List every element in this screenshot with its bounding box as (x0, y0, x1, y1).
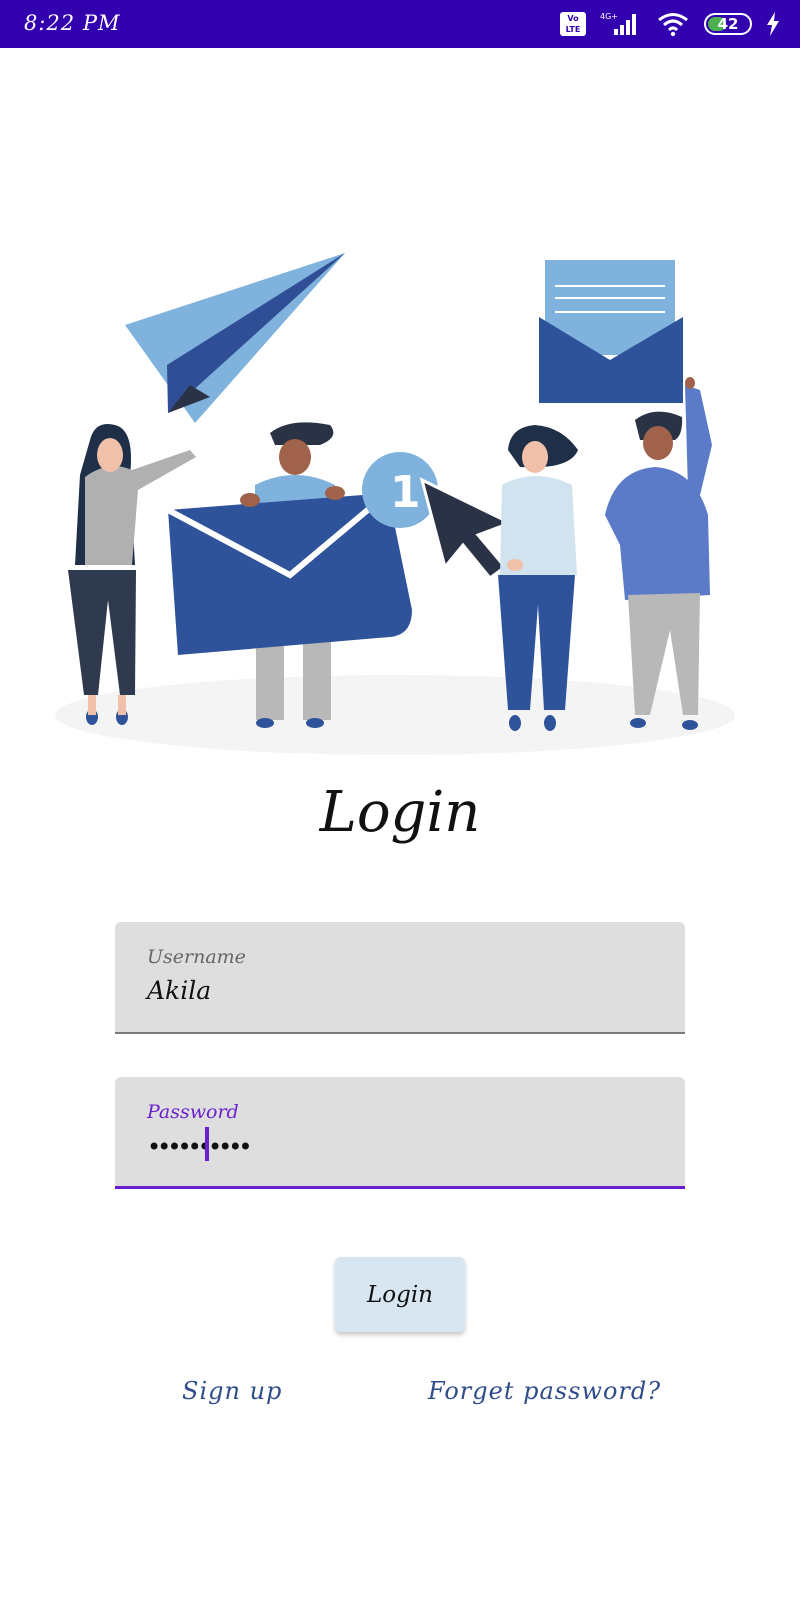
cursor-arrow-icon (419, 477, 514, 581)
forget-password-link[interactable]: Forget password? (428, 1377, 661, 1405)
paper-plane-icon (125, 253, 345, 423)
charging-icon (767, 12, 779, 36)
network-type-label: 4G+ (600, 12, 618, 21)
text-cursor (205, 1127, 209, 1161)
username-label: Username (147, 946, 246, 968)
signup-link[interactable]: Sign up (182, 1377, 282, 1405)
person-right-man (605, 377, 712, 730)
ground-shadow (55, 675, 735, 755)
page-title: Login (319, 780, 481, 845)
password-label: Password (147, 1101, 239, 1123)
login-button[interactable]: Login (335, 1257, 465, 1332)
battery-level: 42 (717, 15, 739, 33)
envelope-letter-icon (539, 260, 683, 403)
signal-icon: 4G+ (600, 12, 636, 35)
password-value[interactable]: •••••••••• (147, 1133, 253, 1161)
people-email-illustration: 1 (55, 253, 735, 755)
notification-count: 1 (390, 467, 421, 518)
volte-icon: Vo LTE (560, 12, 586, 36)
status-icons: Vo LTE 4G+ 42 (560, 10, 780, 38)
password-field[interactable]: Password •••••••••• (115, 1077, 685, 1189)
status-bar: 8:22 PM Vo LTE 4G+ 42 (0, 0, 800, 48)
status-time: 8:22 PM (24, 11, 121, 35)
username-field[interactable]: Username Akila (115, 922, 685, 1034)
username-value[interactable]: Akila (147, 976, 211, 1005)
wifi-icon (658, 13, 688, 37)
battery-icon: 42 (704, 13, 752, 35)
